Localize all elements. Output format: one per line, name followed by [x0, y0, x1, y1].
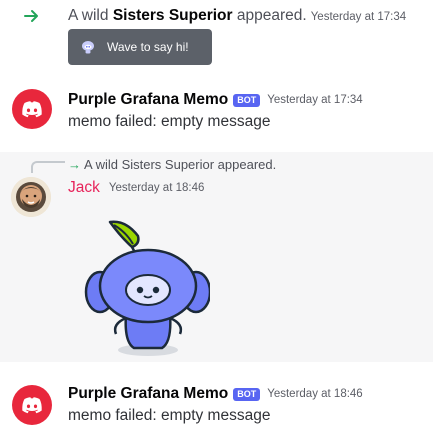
message-header: Jack Yesterday at 18:46: [68, 177, 204, 199]
arrow-right-icon: →: [68, 156, 81, 172]
author-name[interactable]: Jack: [68, 179, 100, 197]
arrow-right-icon: [24, 10, 38, 22]
message-timestamp[interactable]: Yesterday at 17:34: [311, 11, 406, 23]
user-avatar[interactable]: [11, 177, 51, 217]
user-avatar-image: [11, 177, 51, 217]
message-header: Purple Grafana Memo BOT Yesterday at 17:…: [68, 89, 363, 111]
bot-tag: BOT: [233, 387, 261, 401]
wumpus-wave-sticker[interactable]: [78, 214, 210, 358]
bot-avatar[interactable]: [12, 385, 52, 425]
message-highlight: [0, 152, 433, 362]
join-prefix: A wild: [68, 7, 113, 24]
wave-button[interactable]: Wave to say hi!: [68, 29, 212, 65]
message-timestamp[interactable]: Yesterday at 18:46: [267, 388, 362, 400]
reply-preview-text: A wild Sisters Superior appeared.: [84, 156, 277, 172]
discord-logo-icon: [22, 101, 42, 118]
wumpus-sticker-icon: [82, 41, 94, 54]
reply-preview[interactable]: → A wild Sisters Superior appeared.: [68, 155, 276, 173]
wave-button-label: Wave to say hi!: [107, 40, 189, 54]
message-timestamp[interactable]: Yesterday at 17:34: [267, 94, 362, 106]
message-content: memo failed: empty message: [68, 113, 271, 130]
bot-tag: BOT: [233, 93, 261, 107]
message-content: memo failed: empty message: [68, 407, 271, 424]
join-suffix: appeared.: [232, 7, 307, 24]
discord-logo-icon: [22, 397, 42, 414]
author-name[interactable]: Purple Grafana Memo: [68, 385, 228, 403]
message-header: Purple Grafana Memo BOT Yesterday at 18:…: [68, 383, 363, 405]
author-name[interactable]: Purple Grafana Memo: [68, 91, 228, 109]
bot-avatar[interactable]: [12, 89, 52, 129]
message-timestamp[interactable]: Yesterday at 18:46: [109, 182, 204, 194]
join-message: A wild Sisters Superior appeared. Yesterd…: [68, 6, 406, 27]
joined-member-name[interactable]: Sisters Superior: [113, 7, 233, 24]
reply-spine: [31, 161, 65, 173]
